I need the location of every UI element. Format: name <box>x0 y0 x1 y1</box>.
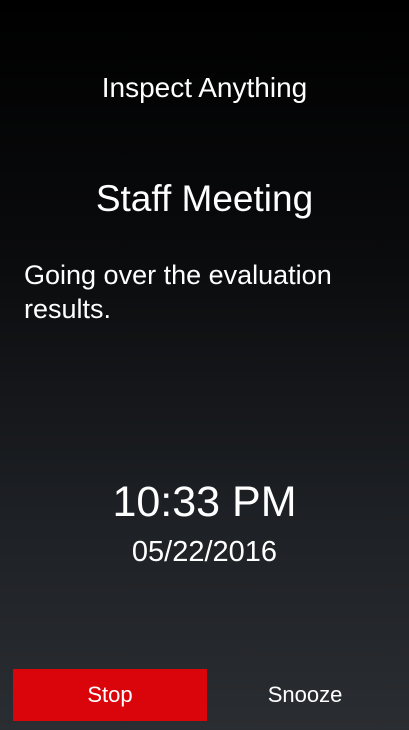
app-title: Inspect Anything <box>101 72 308 103</box>
event-description: Going over the evaluation results. <box>24 260 332 324</box>
stop-button[interactable]: Stop <box>13 669 207 721</box>
action-bar: Stop Snooze <box>0 664 409 730</box>
alarm-date: 05/22/2016 <box>131 536 278 568</box>
snooze-button[interactable]: Snooze <box>210 669 400 721</box>
alarm-screen: Inspect Anything Staff Meeting Going ove… <box>0 0 409 730</box>
alarm-time: 10:33 PM <box>112 478 297 526</box>
event-title: Staff Meeting <box>95 178 314 219</box>
